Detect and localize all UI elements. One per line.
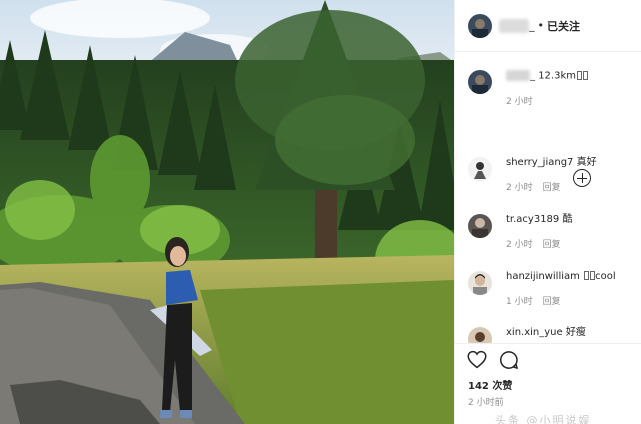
- comment-body: sherry_jiang7 真好 2 小时 回复: [506, 157, 597, 193]
- missing-glyph-icon: [577, 70, 582, 80]
- likes-count[interactable]: 142 次赞: [468, 377, 512, 392]
- comment-text: tr.acy3189 酷: [506, 214, 572, 226]
- comments-list: _ 12.3km 2 小时 sherry_jiang7 真好 2 小时 回复 t…: [455, 53, 641, 343]
- post-side-panel: _ • 已关注 _ 12.3km 2 小时 sherry_jiang7 真好 2…: [454, 0, 641, 424]
- comment-text: hanzijinwilliam cool: [506, 271, 616, 283]
- username-redacted: [506, 70, 530, 81]
- follow-state-button[interactable]: 已关注: [547, 18, 580, 34]
- comment-text: xin.xin_yue 好瘦: [506, 327, 586, 339]
- comment-meta: 2 小时 回复: [506, 237, 572, 250]
- comment-time: 1 小时: [506, 297, 533, 307]
- caption-row: _ 12.3km 2 小时: [468, 70, 588, 107]
- comment-body: hanzijinwilliam cool 1 小时 回复: [506, 271, 616, 307]
- comment-body: tr.acy3189 酷 2 小时 回复: [506, 214, 572, 250]
- comment-username[interactable]: tr.acy3189: [506, 214, 559, 225]
- separator-dot: •: [537, 19, 545, 32]
- comment-content: 酷: [562, 214, 573, 225]
- author-avatar-small[interactable]: [468, 70, 492, 94]
- post-timestamp: 2 小时前: [468, 398, 504, 408]
- post-photo: [0, 0, 454, 424]
- heart-icon[interactable]: [467, 350, 487, 369]
- post-header: _ • 已关注: [455, 0, 641, 52]
- commenter-avatar[interactable]: [468, 214, 492, 238]
- caption-location: 12.3km: [538, 70, 576, 82]
- missing-glyph-icon: [584, 271, 590, 280]
- author-username[interactable]: _ • 已关注: [499, 18, 580, 34]
- comment-time: 2 小时: [506, 240, 533, 250]
- author-avatar[interactable]: [468, 13, 492, 38]
- action-icons: [467, 350, 531, 370]
- comment-row: sherry_jiang7 真好 2 小时 回复: [468, 157, 597, 193]
- comment-row: xin.xin_yue 好瘦: [468, 327, 586, 343]
- commenter-avatar[interactable]: [468, 157, 492, 181]
- comment-username[interactable]: sherry_jiang7: [506, 157, 573, 168]
- comment-body: xin.xin_yue 好瘦: [506, 327, 586, 343]
- commenter-avatar[interactable]: [468, 271, 492, 295]
- reply-button[interactable]: 回复: [543, 183, 561, 193]
- username-redacted: [499, 18, 529, 33]
- comment-username[interactable]: xin.xin_yue: [506, 327, 563, 338]
- comment-time: 2 小时: [506, 183, 533, 193]
- post-actions: 142 次赞 2 小时前 头条 @小明说娱: [455, 343, 641, 424]
- comment-text: sherry_jiang7 真好: [506, 157, 597, 169]
- post-photo-illustration: [0, 0, 454, 424]
- comment-icon[interactable]: [499, 350, 519, 370]
- comment-content: 真好: [576, 157, 597, 168]
- caption-username-suffix: _: [530, 70, 535, 82]
- caption-body: _ 12.3km 2 小时: [506, 70, 588, 107]
- comment-row: tr.acy3189 酷 2 小时 回复: [468, 214, 572, 250]
- reply-button[interactable]: 回复: [543, 240, 561, 250]
- caption-time: 2 小时: [506, 96, 533, 107]
- commenter-avatar[interactable]: [468, 327, 492, 343]
- comment-username[interactable]: hanzijinwilliam: [506, 271, 580, 282]
- caption-text: _ 12.3km: [506, 70, 588, 83]
- watermark-text: 头条 @小明说娱: [495, 414, 592, 424]
- missing-glyph-icon: [583, 70, 588, 80]
- comment-meta: 1 小时 回复: [506, 294, 616, 307]
- comment-row: hanzijinwilliam cool 1 小时 回复: [468, 271, 616, 307]
- comment-meta: 2 小时 回复: [506, 180, 597, 193]
- caption-meta: 2 小时: [506, 94, 588, 107]
- reply-button[interactable]: 回复: [543, 297, 561, 307]
- comment-content: 好瘦: [565, 327, 586, 338]
- username-suffix: _: [529, 19, 535, 32]
- comment-content: cool: [595, 271, 616, 282]
